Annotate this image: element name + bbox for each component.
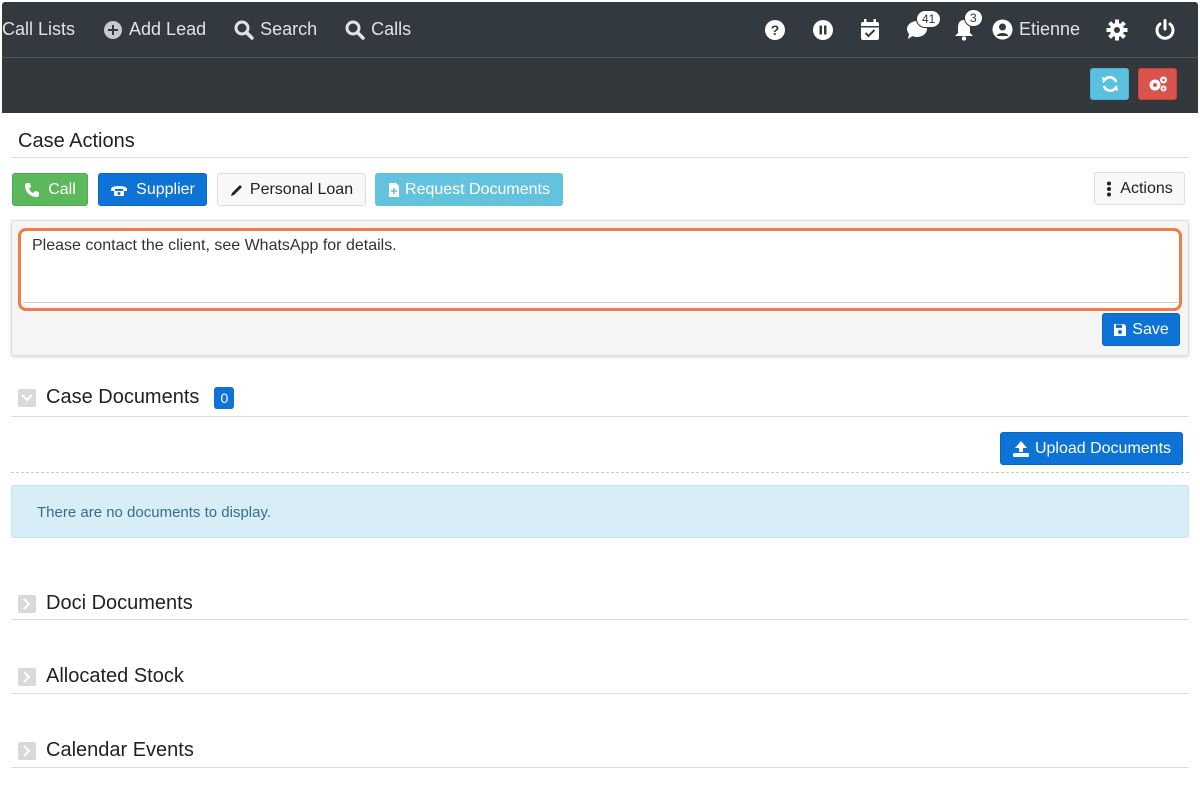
user-name: Etienne — [1018, 19, 1080, 39]
calendar-events-toggle[interactable]: Calendar Events — [18, 739, 194, 762]
allocated-stock-heading: Allocated Stock — [46, 665, 184, 687]
nav-call-lists-label: Call Lists — [2, 19, 76, 39]
no-documents-message: There are no documents to display. — [37, 504, 272, 521]
question-circle-icon: ? — [764, 19, 785, 40]
search-icon — [345, 20, 365, 40]
chevron-right-icon — [18, 667, 36, 686]
pause-circle-icon — [812, 19, 833, 40]
request-documents-button-label: Request Documents — [405, 180, 550, 198]
personal-loan-button-label: Personal Loan — [249, 180, 354, 198]
power-icon — [1155, 18, 1175, 40]
save-button-label: Save — [1132, 320, 1169, 338]
file-plus-icon — [389, 182, 400, 197]
floppy-disk-icon — [1114, 323, 1127, 336]
messages-count-badge: 41 — [915, 9, 942, 28]
case-documents-toggle[interactable]: Case Documents 0 — [18, 386, 235, 409]
call-button-label: Call — [48, 180, 76, 198]
upload-documents-label: Upload Documents — [1034, 439, 1172, 457]
upload-icon — [1012, 440, 1029, 457]
nav-right: ? 41 3 Etienne — [738, 2, 1198, 57]
vertical-dots-icon — [1107, 181, 1112, 196]
request-documents-button[interactable]: Request Documents — [375, 173, 563, 206]
settings-button[interactable] — [1106, 19, 1128, 41]
refresh-button[interactable] — [1090, 68, 1129, 100]
notifications-button[interactable]: 3 — [954, 8, 983, 41]
chevron-down-icon — [18, 388, 36, 407]
actions-menu-label: Actions — [1120, 179, 1173, 197]
messages-button[interactable]: 41 — [906, 9, 942, 40]
nav-search-label: Search — [260, 19, 318, 39]
help-button[interactable]: ? — [764, 19, 786, 41]
cogs-button[interactable] — [1138, 68, 1177, 100]
save-button[interactable]: Save — [1102, 313, 1180, 346]
no-documents-alert: There are no documents to display. — [11, 485, 1189, 538]
phone-icon — [25, 182, 40, 197]
actions-menu-button[interactable]: Actions — [1094, 172, 1185, 205]
allocated-stock-toggle[interactable]: Allocated Stock — [18, 665, 184, 688]
calendar-events-heading: Calendar Events — [46, 739, 194, 761]
chevron-right-icon — [18, 741, 36, 760]
call-button[interactable]: Call — [12, 173, 88, 206]
user-circle-icon — [992, 19, 1013, 40]
personal-loan-button[interactable]: Personal Loan — [217, 173, 366, 206]
supplier-button-label: Supplier — [136, 180, 195, 198]
note-text: Please contact the client, see WhatsApp … — [32, 237, 397, 254]
doci-documents-toggle[interactable]: Doci Documents — [18, 592, 193, 615]
nav-calls-label: Calls — [371, 19, 412, 39]
case-documents-heading: Case Documents — [46, 386, 200, 408]
divider — [11, 416, 1189, 417]
page-toolbar — [2, 58, 1198, 113]
top-navbar: Call Lists Add Lead Search Calls ? 41 3 … — [2, 2, 1198, 58]
nav-left: Call Lists Add Lead Search Calls — [2, 2, 439, 57]
note-divider — [23, 302, 1178, 303]
divider — [11, 767, 1189, 768]
phone-alt-icon — [111, 185, 128, 196]
plus-circle-icon — [104, 20, 123, 39]
case-documents-count-badge: 0 — [214, 386, 235, 409]
nav-call-lists[interactable]: Call Lists — [2, 19, 75, 40]
cogs-icon — [1149, 76, 1167, 92]
notifications-count-badge: 3 — [963, 8, 983, 27]
upload-documents-button[interactable]: Upload Documents — [1000, 432, 1183, 465]
nav-search[interactable]: Search — [234, 19, 317, 40]
dashed-divider — [11, 472, 1189, 473]
divider — [11, 157, 1189, 158]
chevron-right-icon — [18, 594, 36, 613]
search-icon — [234, 20, 254, 40]
supplier-button[interactable]: Supplier — [98, 173, 207, 206]
nav-add-lead-label: Add Lead — [129, 19, 207, 39]
nav-calls[interactable]: Calls — [345, 19, 411, 40]
nav-add-lead[interactable]: Add Lead — [103, 19, 206, 40]
logout-button[interactable] — [1154, 18, 1176, 41]
calendar-check-icon — [860, 18, 879, 40]
svg-text:?: ? — [771, 22, 780, 38]
divider — [11, 693, 1189, 694]
gear-icon — [1106, 19, 1128, 40]
case-actions-heading: Case Actions — [18, 130, 135, 152]
pause-button[interactable] — [812, 19, 834, 41]
refresh-icon — [1101, 76, 1118, 92]
doci-documents-heading: Doci Documents — [46, 592, 193, 614]
pencil-icon — [230, 184, 242, 196]
divider — [11, 619, 1189, 620]
user-menu[interactable]: Etienne — [992, 19, 1080, 40]
calendar-button[interactable] — [860, 18, 880, 41]
